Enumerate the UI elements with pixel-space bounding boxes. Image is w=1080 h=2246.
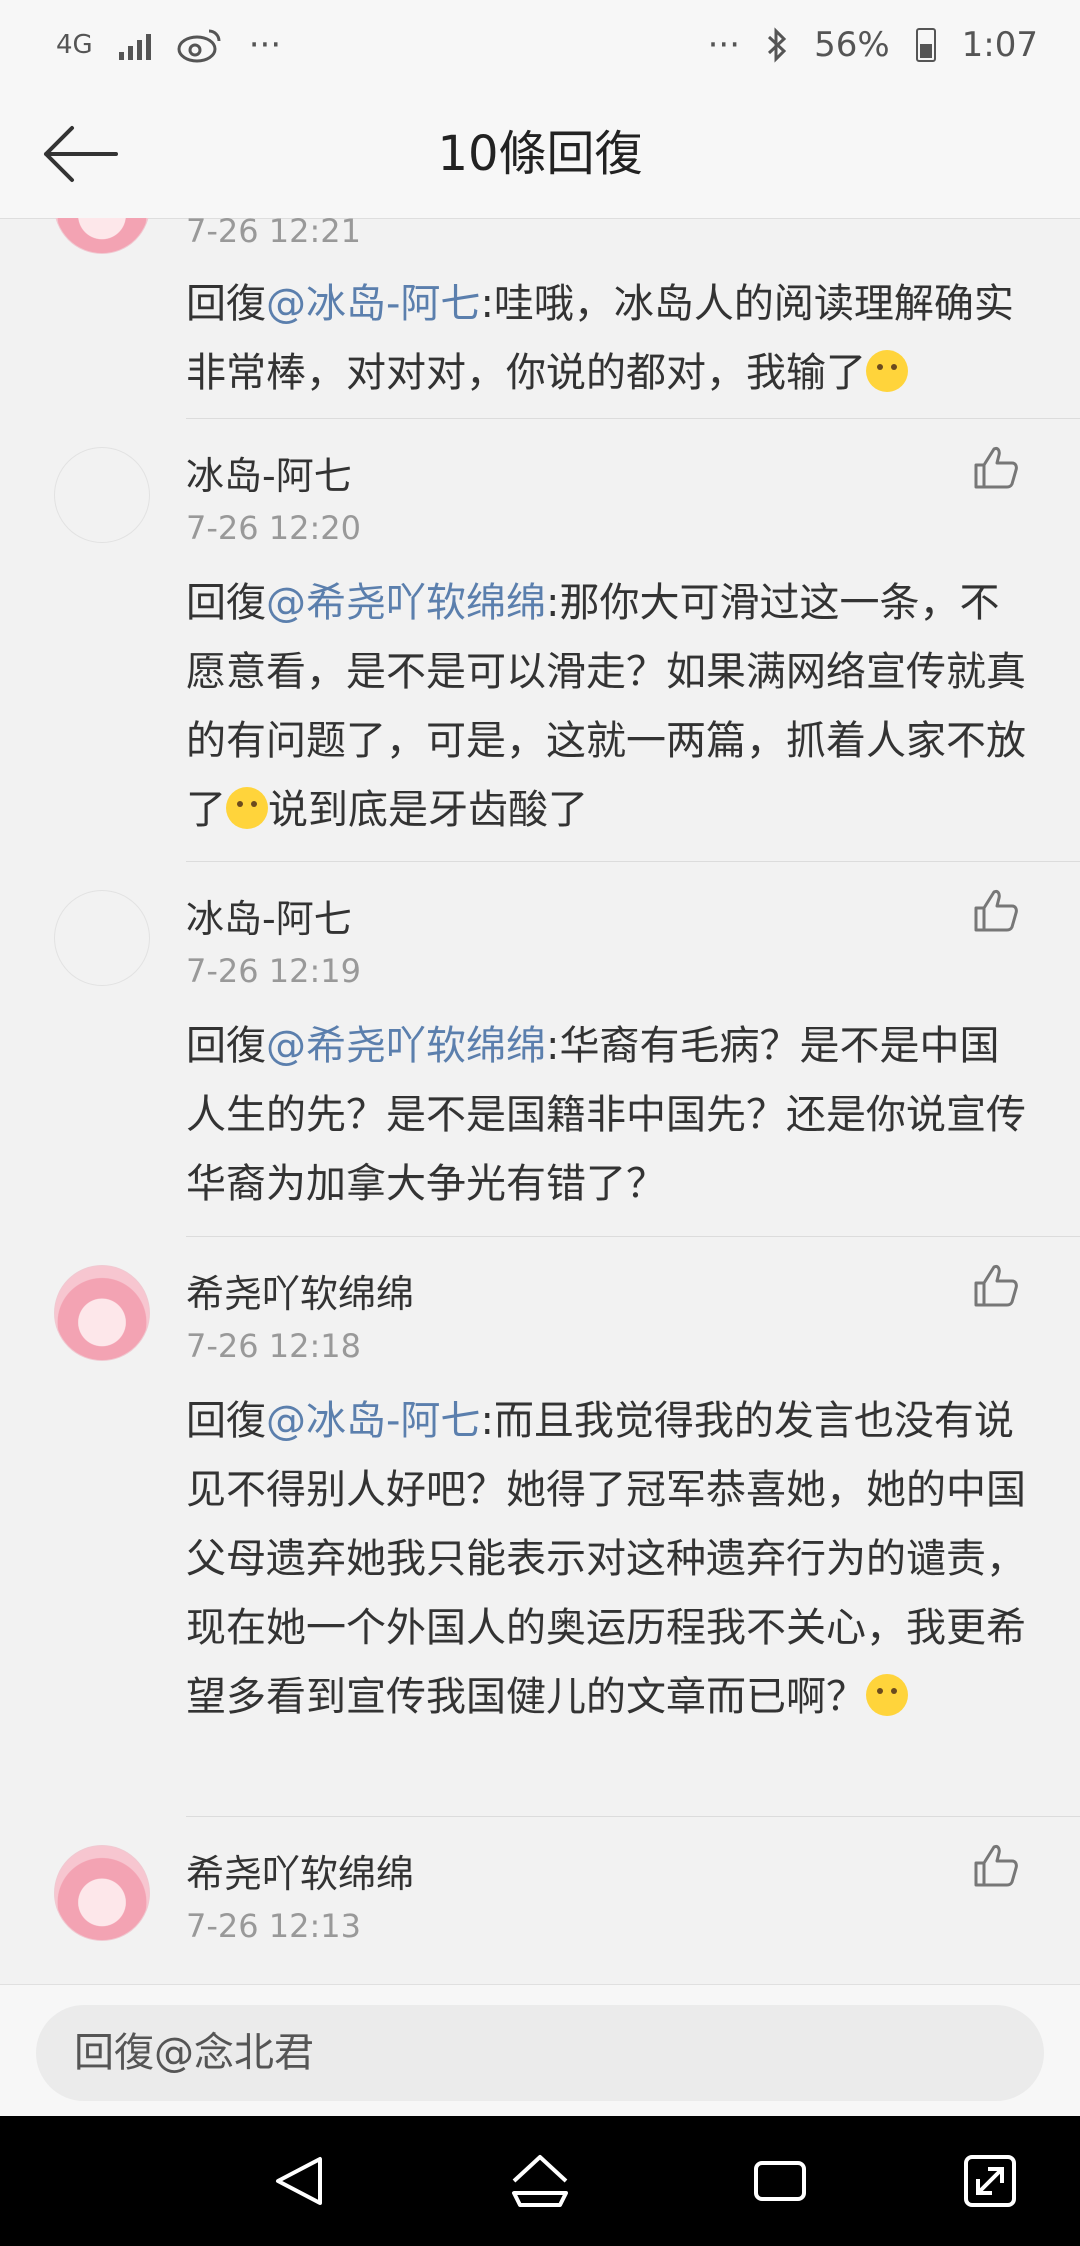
avatar[interactable] (54, 447, 150, 543)
thinking-emoji-icon (226, 787, 268, 829)
signal-icon (118, 30, 151, 60)
page-title: 10條回復 (437, 126, 643, 182)
comment-list[interactable]: 7-26 12:21 回復@冰岛-阿七:哇哦，冰岛人的阅读理解确实非常棒，对对对… (0, 218, 1080, 1984)
clock: 1:07 (961, 25, 1038, 65)
reply-input[interactable] (36, 2005, 1044, 2101)
expand-icon[interactable] (960, 2151, 1020, 2211)
comment-text: 回復@希尧吖软绵绵:那你大可滑过这一条，不愿意看，是不是可以滑走？如果满网络宣传… (186, 569, 1036, 845)
comment-author[interactable]: 希尧吖软绵绵 (186, 1843, 414, 1898)
comment-body: :而且我觉得我的发言也没有说见不得别人好吧？她得了冠军恭喜她，她的中国父母遗弃她… (186, 1398, 1026, 1720)
back-triangle-icon[interactable] (270, 2151, 330, 2211)
divider (186, 1816, 1080, 1817)
like-thumb-icon[interactable] (972, 1841, 1020, 1889)
comment-time: 7-26 12:13 (186, 1907, 362, 1945)
thinking-emoji-icon (866, 1674, 908, 1716)
comment-author[interactable]: 冰岛-阿七 (186, 445, 352, 500)
comment-time: 7-26 12:21 (186, 218, 362, 250)
like-thumb-icon[interactable] (972, 886, 1020, 934)
like-thumb-icon[interactable] (972, 443, 1020, 491)
avatar[interactable] (54, 1265, 150, 1361)
home-icon[interactable] (510, 2151, 570, 2211)
avatar[interactable] (54, 890, 150, 986)
avatar[interactable] (54, 218, 150, 254)
comment-author[interactable]: 希尧吖软绵绵 (186, 1263, 414, 1318)
flushed-emoji-icon (866, 350, 908, 392)
battery-percent: 56% (814, 25, 890, 65)
network-label: 4G (56, 30, 93, 60)
divider (186, 861, 1080, 862)
avatar[interactable] (54, 1845, 150, 1941)
status-bar: 4G ··· ··· 56% 1:07 (0, 0, 1080, 90)
comment-time: 7-26 12:19 (186, 952, 362, 990)
reply-prefix: 回復 (186, 580, 266, 626)
more-right-icon: ··· (707, 25, 741, 65)
status-left: 4G ··· (56, 25, 281, 65)
comment-text: 回復@希尧吖软绵绵:华裔有毛病？是不是中国人生的先？是不是国籍非中国先？还是你说… (186, 1012, 1036, 1219)
reply-bar (0, 1984, 1080, 2117)
reply-prefix: 回復 (186, 1023, 266, 1069)
more-left-icon: ··· (248, 25, 282, 65)
network-indicator: 4G (56, 32, 93, 58)
top-app-bar: 10條回復 (0, 90, 1080, 219)
battery-icon (915, 28, 936, 62)
recents-icon[interactable] (750, 2151, 810, 2211)
comment-author[interactable]: 冰岛-阿七 (186, 888, 352, 943)
reply-prefix: 回復 (186, 281, 266, 327)
mention-link[interactable]: @希尧吖软绵绵 (266, 1023, 546, 1069)
divider (186, 1236, 1080, 1237)
mention-link[interactable]: @冰岛-阿七 (266, 1398, 480, 1444)
like-thumb-icon[interactable] (972, 1261, 1020, 1309)
comment-body-tail: 说到底是牙齿酸了 (268, 787, 588, 833)
comment-text: 回復@冰岛-阿七:而且我觉得我的发言也没有说见不得别人好吧？她得了冠军恭喜她，她… (186, 1387, 1036, 1732)
comment-time: 7-26 12:18 (186, 1327, 362, 1365)
reply-prefix: 回復 (186, 1398, 266, 1444)
weibo-icon (177, 29, 221, 63)
status-right: ··· 56% 1:07 (708, 25, 1038, 65)
system-navigation-bar (0, 2116, 1080, 2246)
mention-link[interactable]: @冰岛-阿七 (266, 281, 480, 327)
mention-link[interactable]: @希尧吖软绵绵 (266, 580, 546, 626)
bluetooth-icon (768, 27, 787, 63)
comment-text: 回復@冰岛-阿七:哇哦，冰岛人的阅读理解确实非常棒，对对对，你说的都对，我输了 (186, 270, 1036, 408)
comment-time: 7-26 12:20 (186, 509, 362, 547)
divider (186, 418, 1080, 419)
